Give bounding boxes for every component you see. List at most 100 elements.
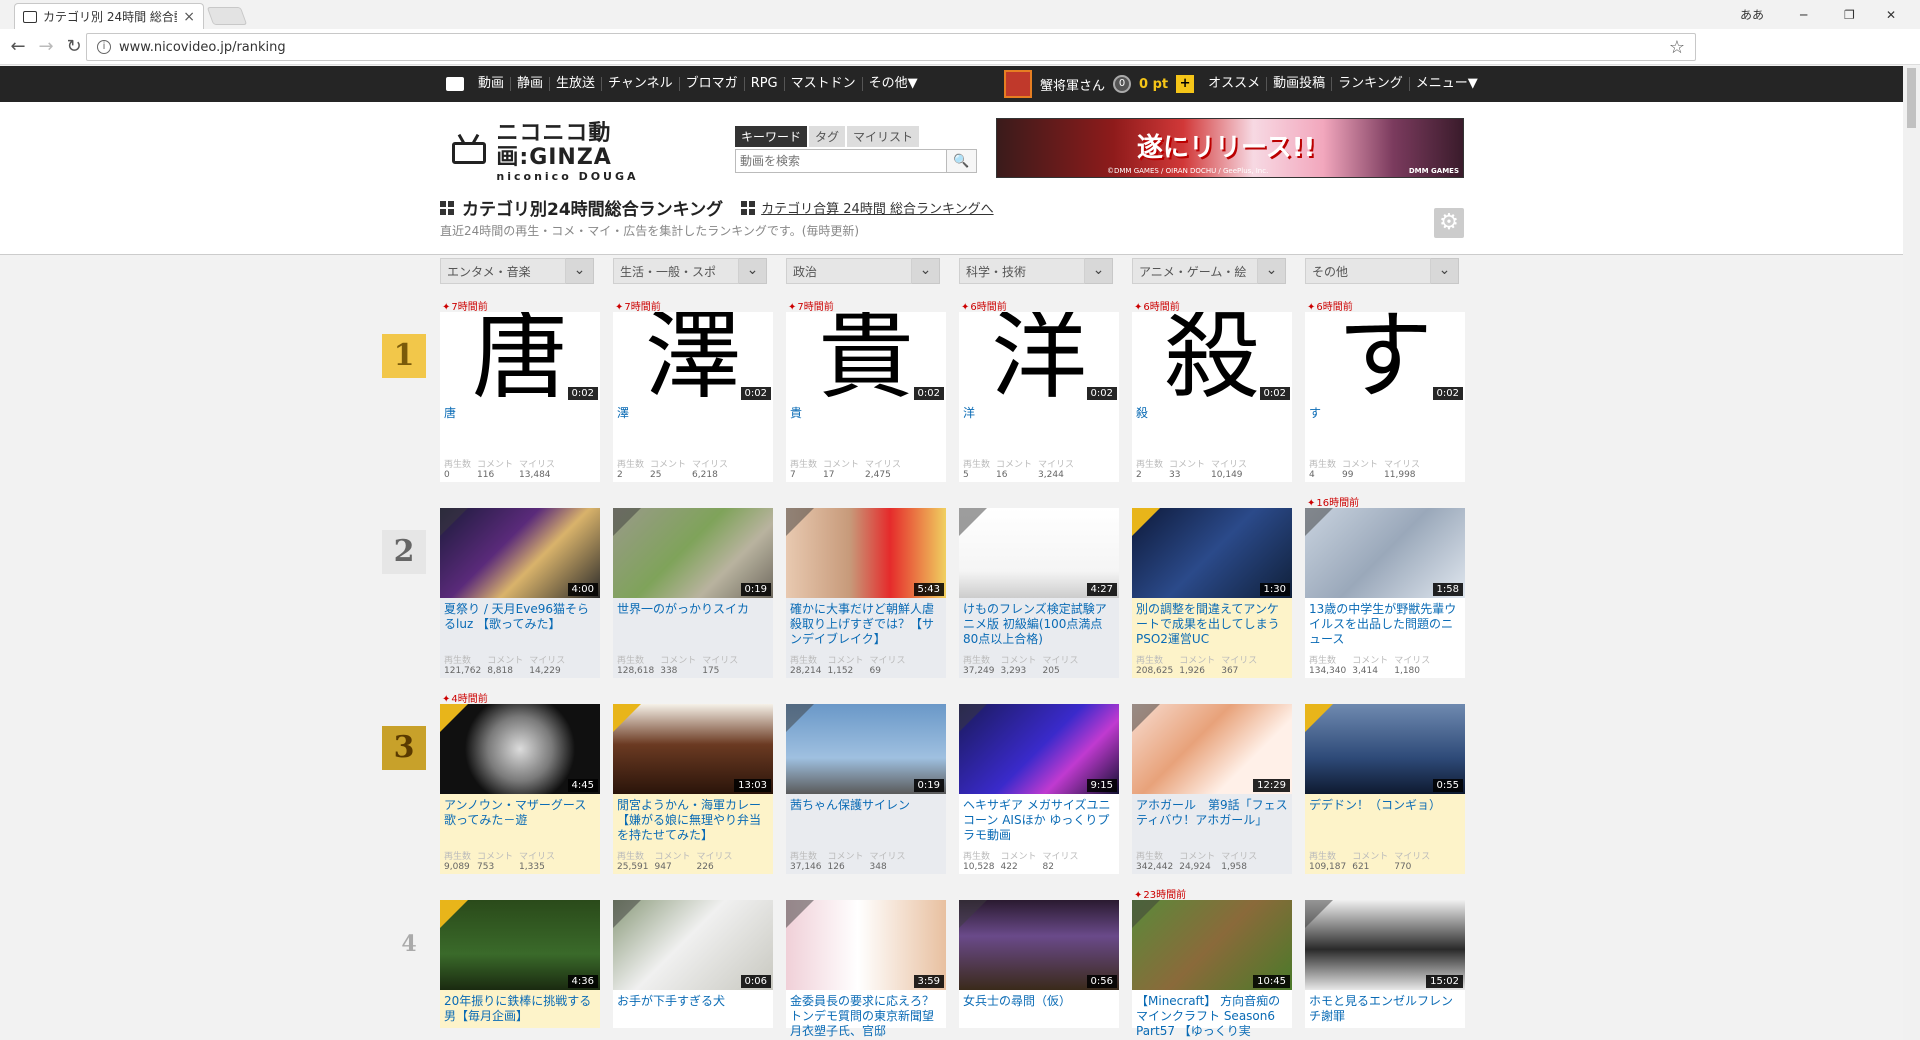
chevron-down-icon[interactable]: ⌄ bbox=[1085, 258, 1113, 284]
video-title[interactable]: 20年振りに鉄棒に挑戦する男【毎月企画】 bbox=[444, 994, 598, 1024]
video-thumbnail[interactable]: 4:36 bbox=[440, 900, 600, 990]
video-card[interactable]: 3:59 金委員長の要求に応えろ？トンデモ質問の東京新聞望月衣塑子氏、官邸 bbox=[786, 900, 946, 1038]
site-menu-item[interactable]: ランキング bbox=[1332, 77, 1410, 91]
video-card[interactable]: 1:30 別の調整を間違えてアンケートで成果を出してしまうPSO2運営UC 再生数 2… bbox=[1132, 508, 1292, 678]
video-thumbnail[interactable]: 4:27 bbox=[959, 508, 1119, 598]
video-thumbnail[interactable]: 澤 0:02 bbox=[613, 312, 773, 402]
maximize-icon[interactable]: ❐ bbox=[1844, 0, 1855, 29]
video-card[interactable]: 澤 0:02 澤再生数 2 コメント 25 マイリス 6,218 bbox=[613, 312, 773, 482]
user-name[interactable]: 蟹将軍さん bbox=[1040, 75, 1105, 94]
scrollbar[interactable] bbox=[1903, 66, 1920, 1040]
video-thumbnail[interactable]: 洋 0:02 bbox=[959, 312, 1119, 402]
video-card[interactable]: 12:29 アホガール 第9話「フェスティバウ！アホガール」 再生数 342,442 コ… bbox=[1132, 704, 1292, 874]
video-card[interactable]: 殺 0:02 殺再生数 2 コメント 33 マイリス 10,149 bbox=[1132, 312, 1292, 482]
avatar[interactable] bbox=[1004, 70, 1032, 98]
video-title[interactable]: 澤 bbox=[617, 406, 771, 421]
bookmark-star-icon[interactable]: ☆ bbox=[1669, 37, 1685, 58]
site-nav-item[interactable]: ブロマガ bbox=[680, 77, 745, 91]
site-nav-item[interactable]: RPG bbox=[745, 77, 785, 91]
reload-icon[interactable]: ↻ bbox=[60, 36, 88, 57]
video-title[interactable]: 世界一のがっかりスイカ bbox=[617, 602, 771, 617]
video-thumbnail[interactable]: 5:43 bbox=[786, 508, 946, 598]
video-thumbnail[interactable]: 0:19 bbox=[786, 704, 946, 794]
video-title[interactable]: 貴 bbox=[790, 406, 944, 421]
video-title[interactable]: 殺 bbox=[1136, 406, 1290, 421]
chevron-down-icon[interactable]: ⌄ bbox=[739, 258, 767, 284]
video-thumbnail[interactable]: 殺 0:02 bbox=[1132, 312, 1292, 402]
new-tab-button[interactable] bbox=[206, 7, 248, 25]
video-card[interactable]: 0:56 女兵士の尋問（仮） bbox=[959, 900, 1119, 1028]
search-tab[interactable]: タグ bbox=[809, 126, 846, 147]
video-card[interactable]: 13:03 閒宮ようかん・海軍カレー【嫌がる娘に無理やり弁当を持たせてみた】 再生数… bbox=[613, 704, 773, 874]
category-label[interactable]: アニメ・ゲーム・絵 bbox=[1132, 258, 1258, 284]
site-nav-item[interactable]: 動画 bbox=[472, 77, 512, 91]
video-card[interactable]: 15:02 ホモと見るエンゼルフレンチ謝罪 bbox=[1305, 900, 1465, 1028]
site-menu-item[interactable]: メニュー▼ bbox=[1410, 77, 1484, 91]
add-points-button[interactable]: + bbox=[1176, 75, 1195, 93]
video-title[interactable]: ホモと見るエンゼルフレンチ謝罪 bbox=[1309, 994, 1463, 1024]
niconico-logo[interactable]: ニコニコ動画:GINZA niconico DOUGA bbox=[448, 121, 718, 183]
video-card[interactable]: 5:43 確かに大事だけど朝鮮人虐殺取り上げすぎでは？【サンデイブレイク】 再生数 2… bbox=[786, 508, 946, 678]
video-thumbnail[interactable]: 1:30 bbox=[1132, 508, 1292, 598]
close-window-icon[interactable]: ✕ bbox=[1886, 0, 1896, 29]
back-icon[interactable]: ← bbox=[4, 36, 32, 57]
chevron-down-icon[interactable]: ⌄ bbox=[912, 258, 940, 284]
video-thumbnail[interactable]: 1:58 bbox=[1305, 508, 1465, 598]
video-card[interactable]: 10:45 【Minecraft】 方向音痴のマインクラフト Season6 Pa… bbox=[1132, 900, 1292, 1038]
video-thumbnail[interactable]: 4:45 bbox=[440, 704, 600, 794]
forward-icon[interactable]: → bbox=[32, 36, 60, 57]
chevron-down-icon[interactable]: ⌄ bbox=[1258, 258, 1286, 284]
minimize-icon[interactable]: ─ bbox=[1800, 0, 1807, 29]
video-title[interactable]: 13歳の中学生が野獣先輩ウイルスを出品した問題のニュース bbox=[1309, 602, 1463, 647]
total-ranking-link[interactable]: カテゴリ合算 24時間 総合ランキングへ bbox=[741, 198, 994, 217]
niconico-tv-icon[interactable] bbox=[446, 77, 464, 91]
address-bar[interactable]: i www.nicovideo.jp/ranking ☆ bbox=[86, 33, 1696, 61]
video-thumbnail[interactable]: 12:29 bbox=[1132, 704, 1292, 794]
search-tab[interactable]: マイリスト bbox=[847, 126, 920, 147]
category-label[interactable]: 政治 bbox=[786, 258, 912, 284]
search-tab[interactable]: キーワード bbox=[735, 126, 808, 147]
video-title[interactable]: ヘキサギア メガサイズユニコーン AISほか ゆっくりプラモ動画 bbox=[963, 798, 1117, 843]
video-card[interactable]: 4:36 20年振りに鉄棒に挑戦する男【毎月企画】 bbox=[440, 900, 600, 1028]
category-label[interactable]: 科学・技術 bbox=[959, 258, 1085, 284]
video-thumbnail[interactable]: 0:06 bbox=[613, 900, 773, 990]
video-thumbnail[interactable]: 0:19 bbox=[613, 508, 773, 598]
video-card[interactable]: 9:15 ヘキサギア メガサイズユニコーン AISほか ゆっくりプラモ動画 再生数 1… bbox=[959, 704, 1119, 874]
video-thumbnail[interactable]: 13:03 bbox=[613, 704, 773, 794]
video-thumbnail[interactable]: 0:55 bbox=[1305, 704, 1465, 794]
video-thumbnail[interactable]: 唐 0:02 bbox=[440, 312, 600, 402]
site-nav-item[interactable]: その他▼ bbox=[863, 77, 924, 91]
video-title[interactable]: 閒宮ようかん・海軍カレー【嫌がる娘に無理やり弁当を持たせてみた】 bbox=[617, 798, 771, 843]
window-user[interactable]: ああ bbox=[1740, 0, 1764, 29]
video-card[interactable]: 1:58 13歳の中学生が野獣先輩ウイルスを出品した問題のニュース 再生数 134,3… bbox=[1305, 508, 1465, 678]
video-title[interactable]: アホガール 第9話「フェスティバウ！アホガール」 bbox=[1136, 798, 1290, 828]
info-icon[interactable]: i bbox=[97, 40, 111, 54]
video-thumbnail[interactable]: 3:59 bbox=[786, 900, 946, 990]
video-title[interactable]: す bbox=[1309, 406, 1463, 421]
chevron-down-icon[interactable]: ⌄ bbox=[566, 258, 594, 284]
scrollbar-thumb[interactable] bbox=[1907, 68, 1916, 128]
category-label[interactable]: 生活・一般・スポ bbox=[613, 258, 739, 284]
video-card[interactable]: 4:00 夏祭り / 天月Eve96猫そらるluz 【歌ってみた】 再生数 121,7… bbox=[440, 508, 600, 678]
video-title[interactable]: 確かに大事だけど朝鮮人虐殺取り上げすぎでは？【サンデイブレイク】 bbox=[790, 602, 944, 647]
video-thumbnail[interactable]: 貴 0:02 bbox=[786, 312, 946, 402]
video-title[interactable]: 【Minecraft】 方向音痴のマインクラフト Season6 Part57 … bbox=[1136, 994, 1290, 1039]
site-menu-item[interactable]: オススメ bbox=[1202, 77, 1268, 91]
video-title[interactable]: お手が下手すぎる犬 bbox=[617, 994, 771, 1009]
browser-tab[interactable]: カテゴリ別 24時間 総合動... × bbox=[14, 3, 204, 29]
video-title[interactable]: アンノウン・マザーグース 歌ってみた－遊 bbox=[444, 798, 598, 828]
video-card[interactable]: す 0:02 す再生数 4 コメント 99 マイリス 11,998 bbox=[1305, 312, 1465, 482]
site-nav-item[interactable]: 生放送 bbox=[550, 77, 603, 91]
category-label[interactable]: エンタメ・音楽 bbox=[440, 258, 566, 284]
ad-banner[interactable]: 遂にリリース!! ©DMM GAMES / OIRAN DOCHU / GeeP… bbox=[996, 118, 1464, 178]
site-menu-item[interactable]: 動画投稿 bbox=[1267, 77, 1333, 91]
tab-close-icon[interactable]: × bbox=[183, 9, 195, 25]
video-card[interactable]: 0:19 茜ちゃん保護サイレン 再生数 37,146 コメント 126 マイリス 348 bbox=[786, 704, 946, 874]
video-card[interactable]: 貴 0:02 貴再生数 7 コメント 17 マイリス 2,475 bbox=[786, 312, 946, 482]
video-thumbnail[interactable]: 15:02 bbox=[1305, 900, 1465, 990]
search-button[interactable]: 🔍 bbox=[946, 150, 976, 172]
video-title[interactable]: 女兵士の尋問（仮） bbox=[963, 994, 1117, 1009]
site-nav-item[interactable]: チャンネル bbox=[602, 77, 680, 91]
url-text[interactable]: www.nicovideo.jp/ranking bbox=[119, 40, 1661, 55]
video-title[interactable]: けものフレンズ検定試験アニメ版 初級編(100点満点 80点以上合格) bbox=[963, 602, 1117, 647]
